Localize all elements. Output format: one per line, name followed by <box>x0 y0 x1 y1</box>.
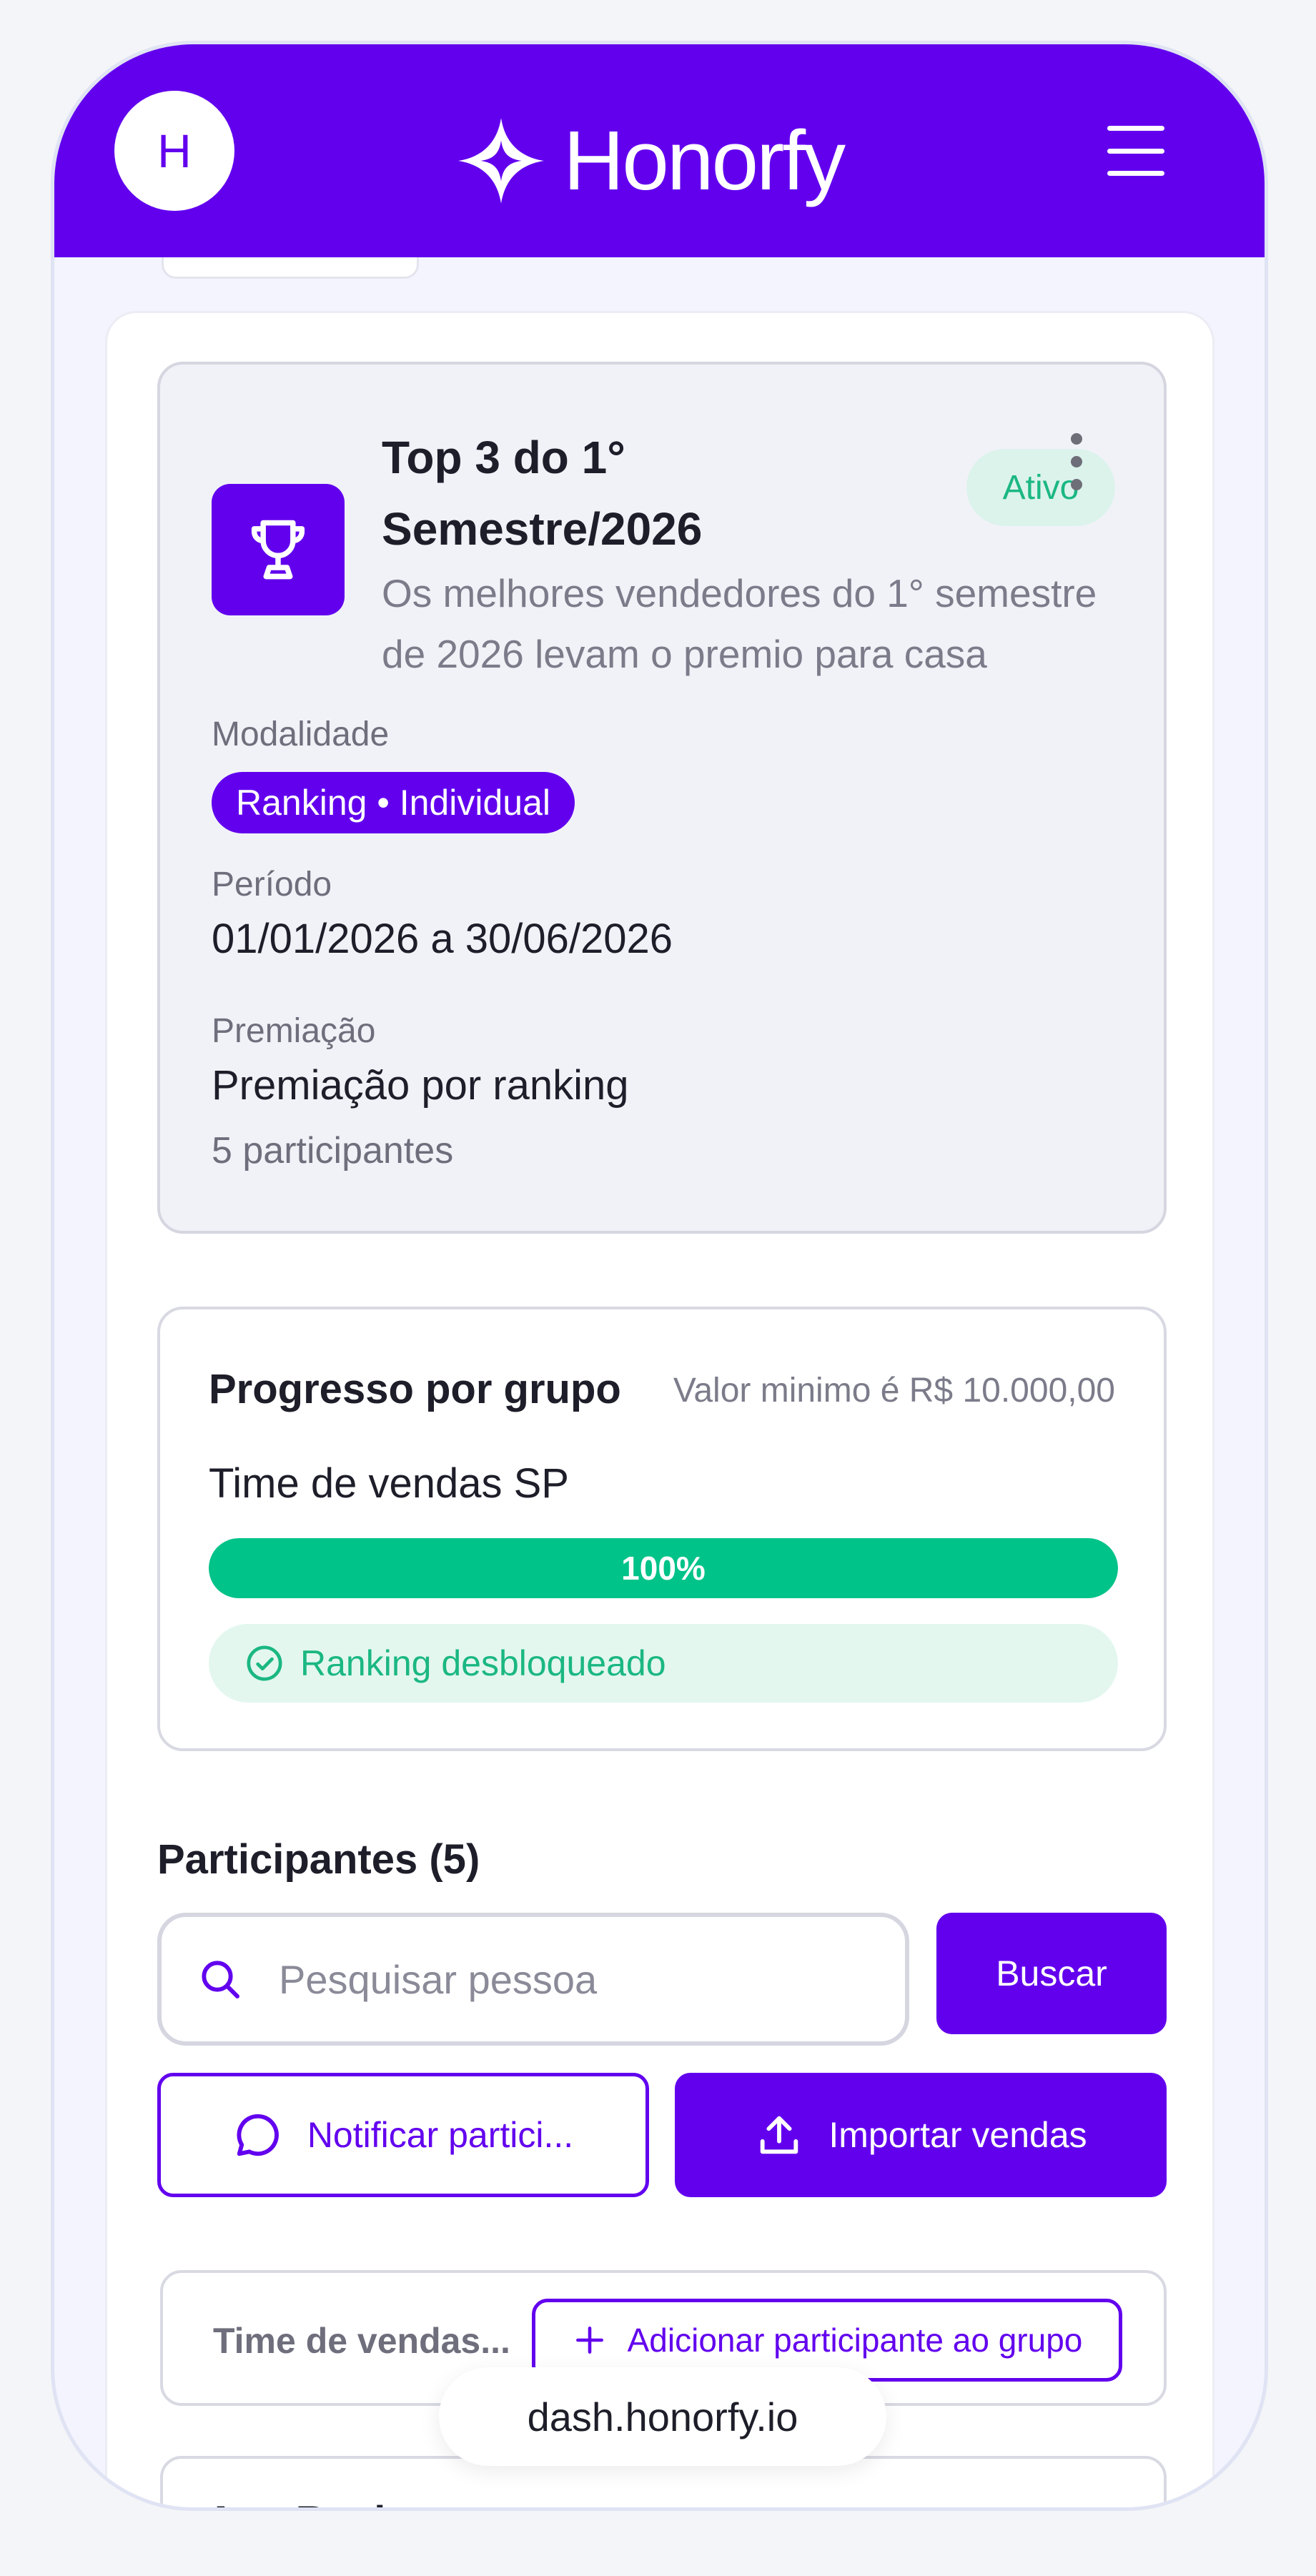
group-progress-card: Progresso por grupo Valor minimo é R$ 10… <box>157 1307 1167 1751</box>
chat-bubble-icon <box>237 2114 279 2156</box>
more-options-icon[interactable] <box>1062 433 1091 490</box>
search-button[interactable]: Buscar <box>936 1913 1167 2034</box>
prize-label: Premiação <box>212 1012 376 1050</box>
avatar[interactable]: H <box>114 91 234 211</box>
brand-logo-group: Honorfy <box>455 112 846 209</box>
notify-button-label: Notificar partici... <box>307 2115 574 2155</box>
progress-group-name: Time de vendas SP <box>209 1460 569 1507</box>
trophy-icon <box>251 520 305 580</box>
check-circle-icon <box>247 1645 282 1681</box>
modality-pill: Ranking • Individual <box>212 772 575 833</box>
phone-frame: H Honorfy Top 3 do 1° Semestre/2026 Os m… <box>51 41 1268 2511</box>
partially-hidden-tab <box>162 257 419 279</box>
ranking-unlocked-text: Ranking desbloqueado <box>300 1643 666 1683</box>
progress-bar-fill: 100% <box>209 1538 1118 1598</box>
plus-icon <box>575 2327 603 2354</box>
period-label: Período <box>212 866 332 903</box>
contest-description: Os melhores vendedores do 1° semestre de… <box>382 571 1097 676</box>
search-button-label: Buscar <box>996 1953 1107 1993</box>
period-value: 01/01/2026 a 30/06/2026 <box>212 916 673 962</box>
browser-url-bar[interactable]: dash.honorfy.io <box>439 2367 886 2466</box>
search-field[interactable] <box>157 1913 909 2046</box>
participants-title: Participantes (5) <box>157 1836 480 1883</box>
brand-name: Honorfy <box>563 114 846 208</box>
progress-title: Progresso por grupo <box>209 1366 621 1412</box>
import-sales-button[interactable]: Importar vendas <box>675 2073 1167 2197</box>
participant-name: Ana Rosi... <box>206 2497 420 2507</box>
status-badge: Ativo <box>966 449 1115 526</box>
top-app-bar: H Honorfy <box>54 44 1265 257</box>
notify-participants-button[interactable]: Notificar partici... <box>157 2073 649 2197</box>
progress-bar: 100% <box>209 1538 1118 1598</box>
add-participant-label: Adicionar participante ao grupo <box>627 2322 1083 2359</box>
search-input[interactable] <box>279 1956 822 2003</box>
contest-title: Top 3 do 1° Semestre/2026 <box>382 432 703 555</box>
search-icon <box>202 1961 239 1998</box>
import-button-label: Importar vendas <box>828 2115 1087 2155</box>
honorfy-logo-icon <box>458 118 544 204</box>
group-name: Time de vendas... <box>213 2321 510 2361</box>
participants-count: 5 participantes <box>212 1130 454 1171</box>
prize-value: Premiação por ranking <box>212 1062 629 1109</box>
hamburger-menu-icon[interactable] <box>1107 126 1164 176</box>
upload-icon <box>761 2116 798 2154</box>
progress-minimum: Valor minimo é R$ 10.000,00 <box>673 1372 1115 1410</box>
avatar-initial: H <box>157 124 192 177</box>
modality-label: Modalidade <box>212 715 390 753</box>
trophy-badge <box>212 484 345 615</box>
ranking-unlocked-banner: Ranking desbloqueado <box>209 1624 1118 1703</box>
contest-summary-card: Top 3 do 1° Semestre/2026 Os melhores ve… <box>157 362 1167 1234</box>
url-text: dash.honorfy.io <box>527 2394 798 2439</box>
main-content-card: Top 3 do 1° Semestre/2026 Os melhores ve… <box>105 311 1214 2511</box>
participant-action-button[interactable] <box>778 2510 1121 2511</box>
